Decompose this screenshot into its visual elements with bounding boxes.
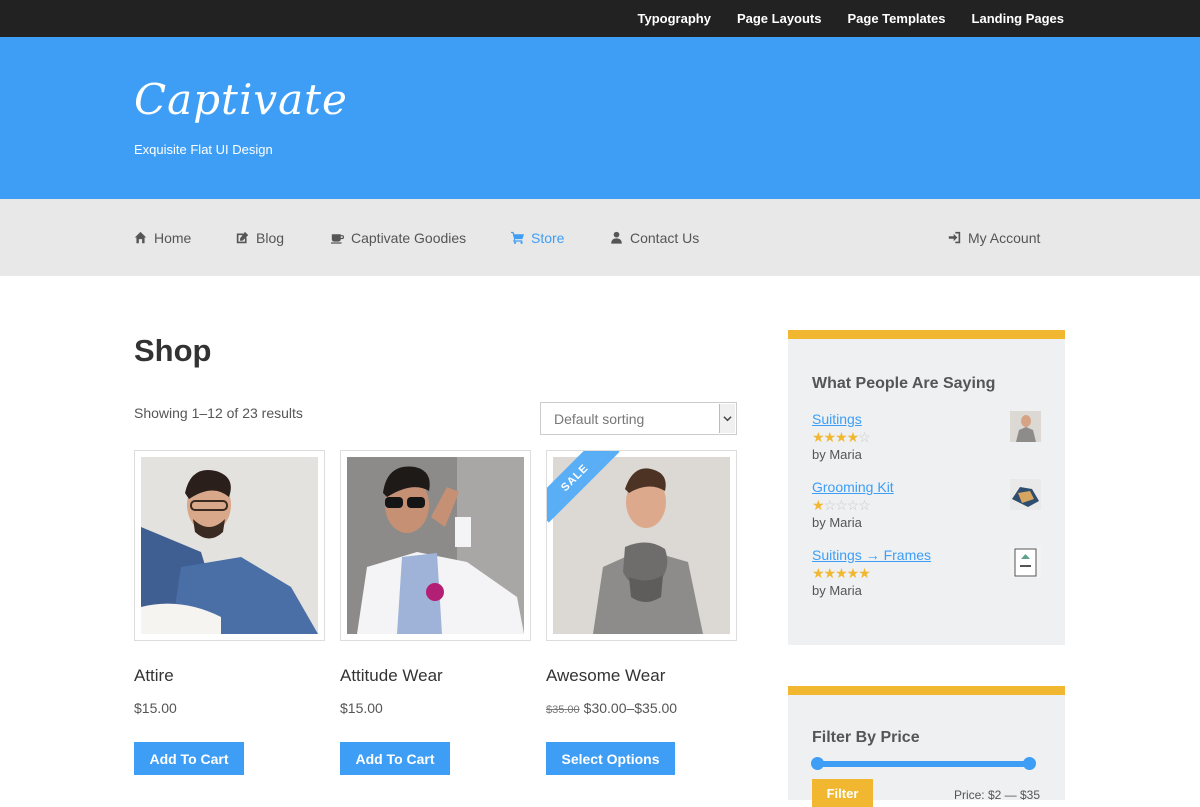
site-tagline: Exquisite Flat UI Design: [134, 142, 273, 157]
main-nav: Home Blog Captivate Goodies Store Contac…: [0, 199, 1200, 276]
add-to-cart-button[interactable]: Add To Cart: [134, 742, 244, 775]
product-image: [347, 457, 524, 634]
product-name[interactable]: Attire: [134, 666, 325, 686]
star-rating: ★★★★★: [812, 565, 871, 581]
product-card: SALE Awesome Wear $35.00 $30.00–$35.00 Se…: [546, 450, 737, 775]
sort-select[interactable]: Default sorting: [540, 402, 737, 435]
product-old-price: $35.00: [546, 704, 580, 716]
review-author: by Maria: [812, 583, 862, 598]
result-count: Showing 1–12 of 23 results: [134, 405, 303, 421]
select-options-button[interactable]: Select Options: [546, 742, 675, 775]
product-name[interactable]: Attitude Wear: [340, 666, 531, 686]
top-bar: Typography Page Layouts Page Templates L…: [0, 0, 1200, 37]
star-rating: ★☆☆☆☆: [812, 497, 871, 513]
product-price-value: $30.00–$35.00: [583, 700, 678, 716]
review-author: by Maria: [812, 515, 862, 530]
product-price-value: $15.00: [340, 700, 383, 716]
review-item: Suitings ★★★★☆ by Maria: [812, 411, 1041, 471]
product-price: $15.00: [340, 700, 531, 716]
review-thumbnail[interactable]: [1010, 547, 1041, 578]
nav-item-label: Captivate Goodies: [351, 229, 467, 246]
sort-select-value: Default sorting: [554, 410, 645, 427]
review-product-link[interactable]: Suitings: [812, 411, 1041, 427]
product-card: Attitude Wear $15.00 Add To Cart: [340, 450, 531, 775]
nav-item-label: Store: [531, 229, 565, 246]
nav-item-blog[interactable]: Blog: [236, 199, 284, 276]
product-name[interactable]: Awesome Wear: [546, 666, 737, 686]
top-link-landing-pages[interactable]: Landing Pages: [972, 11, 1064, 26]
star-rating: ★★★★☆: [812, 429, 871, 445]
coffee-icon: [331, 234, 344, 244]
add-to-cart-button[interactable]: Add To Cart: [340, 742, 450, 775]
price-slider-min-handle[interactable]: [811, 757, 824, 770]
nav-item-label: My Account: [968, 229, 1041, 246]
reviews-widget: What People Are Saying Suitings ★★★★☆ by…: [788, 330, 1065, 645]
review-product-link[interactable]: Suitings → Frames: [812, 547, 1041, 563]
product-price: $35.00 $30.00–$35.00: [546, 700, 737, 716]
product-price: $15.00: [134, 700, 325, 716]
nav-item-label: Contact Us: [630, 229, 700, 246]
nav-item-captivate-goodies[interactable]: Captivate Goodies: [331, 199, 466, 276]
review-item: Grooming Kit ★☆☆☆☆ by Maria: [812, 479, 1041, 539]
product-image: [141, 457, 318, 634]
top-link-page-layouts[interactable]: Page Layouts: [737, 11, 822, 26]
product-card: Attire $15.00 Add To Cart: [134, 450, 325, 775]
nav-item-my-account[interactable]: My Account: [948, 199, 1040, 276]
cart-icon: [511, 231, 524, 244]
site-header: Captivate Exquisite Flat UI Design: [0, 37, 1200, 199]
nav-item-label: Blog: [256, 229, 285, 246]
price-filter-title: Filter By Price: [812, 729, 920, 746]
user-icon: [611, 231, 622, 244]
top-links: Typography Page Layouts Page Templates L…: [638, 0, 1064, 37]
price-slider-max-handle[interactable]: [1023, 757, 1036, 770]
top-link-typography[interactable]: Typography: [638, 11, 711, 26]
home-icon: [134, 231, 147, 244]
filter-button[interactable]: Filter: [812, 779, 873, 807]
price-range-slider[interactable]: [811, 757, 1036, 770]
nav-item-contact-us[interactable]: Contact Us: [610, 199, 699, 276]
product-image-frame[interactable]: [134, 450, 325, 641]
chevron-down-icon: [719, 404, 735, 433]
product-image-frame[interactable]: SALE: [546, 450, 737, 641]
review-item: Suitings → Frames ★★★★★ by Maria: [812, 547, 1041, 607]
review-thumbnail[interactable]: [1010, 479, 1041, 510]
reviews-widget-title: What People Are Saying: [812, 375, 996, 392]
review-product-link[interactable]: Grooming Kit: [812, 479, 1041, 495]
top-link-page-templates[interactable]: Page Templates: [848, 11, 946, 26]
site-logo[interactable]: Captivate: [134, 75, 348, 124]
nav-item-label: Home: [154, 229, 192, 246]
product-price-value: $15.00: [134, 700, 177, 716]
page-title: Shop: [134, 333, 212, 368]
product-image-frame[interactable]: [340, 450, 531, 641]
nav-item-home[interactable]: Home: [134, 199, 191, 276]
price-filter-widget: Filter By Price Filter Price: $2 — $35: [788, 686, 1065, 807]
review-author: by Maria: [812, 447, 862, 462]
edit-icon: [236, 231, 249, 244]
sign-in-icon: [948, 231, 961, 244]
review-thumbnail[interactable]: [1010, 411, 1041, 442]
nav-item-store[interactable]: Store: [511, 199, 564, 276]
